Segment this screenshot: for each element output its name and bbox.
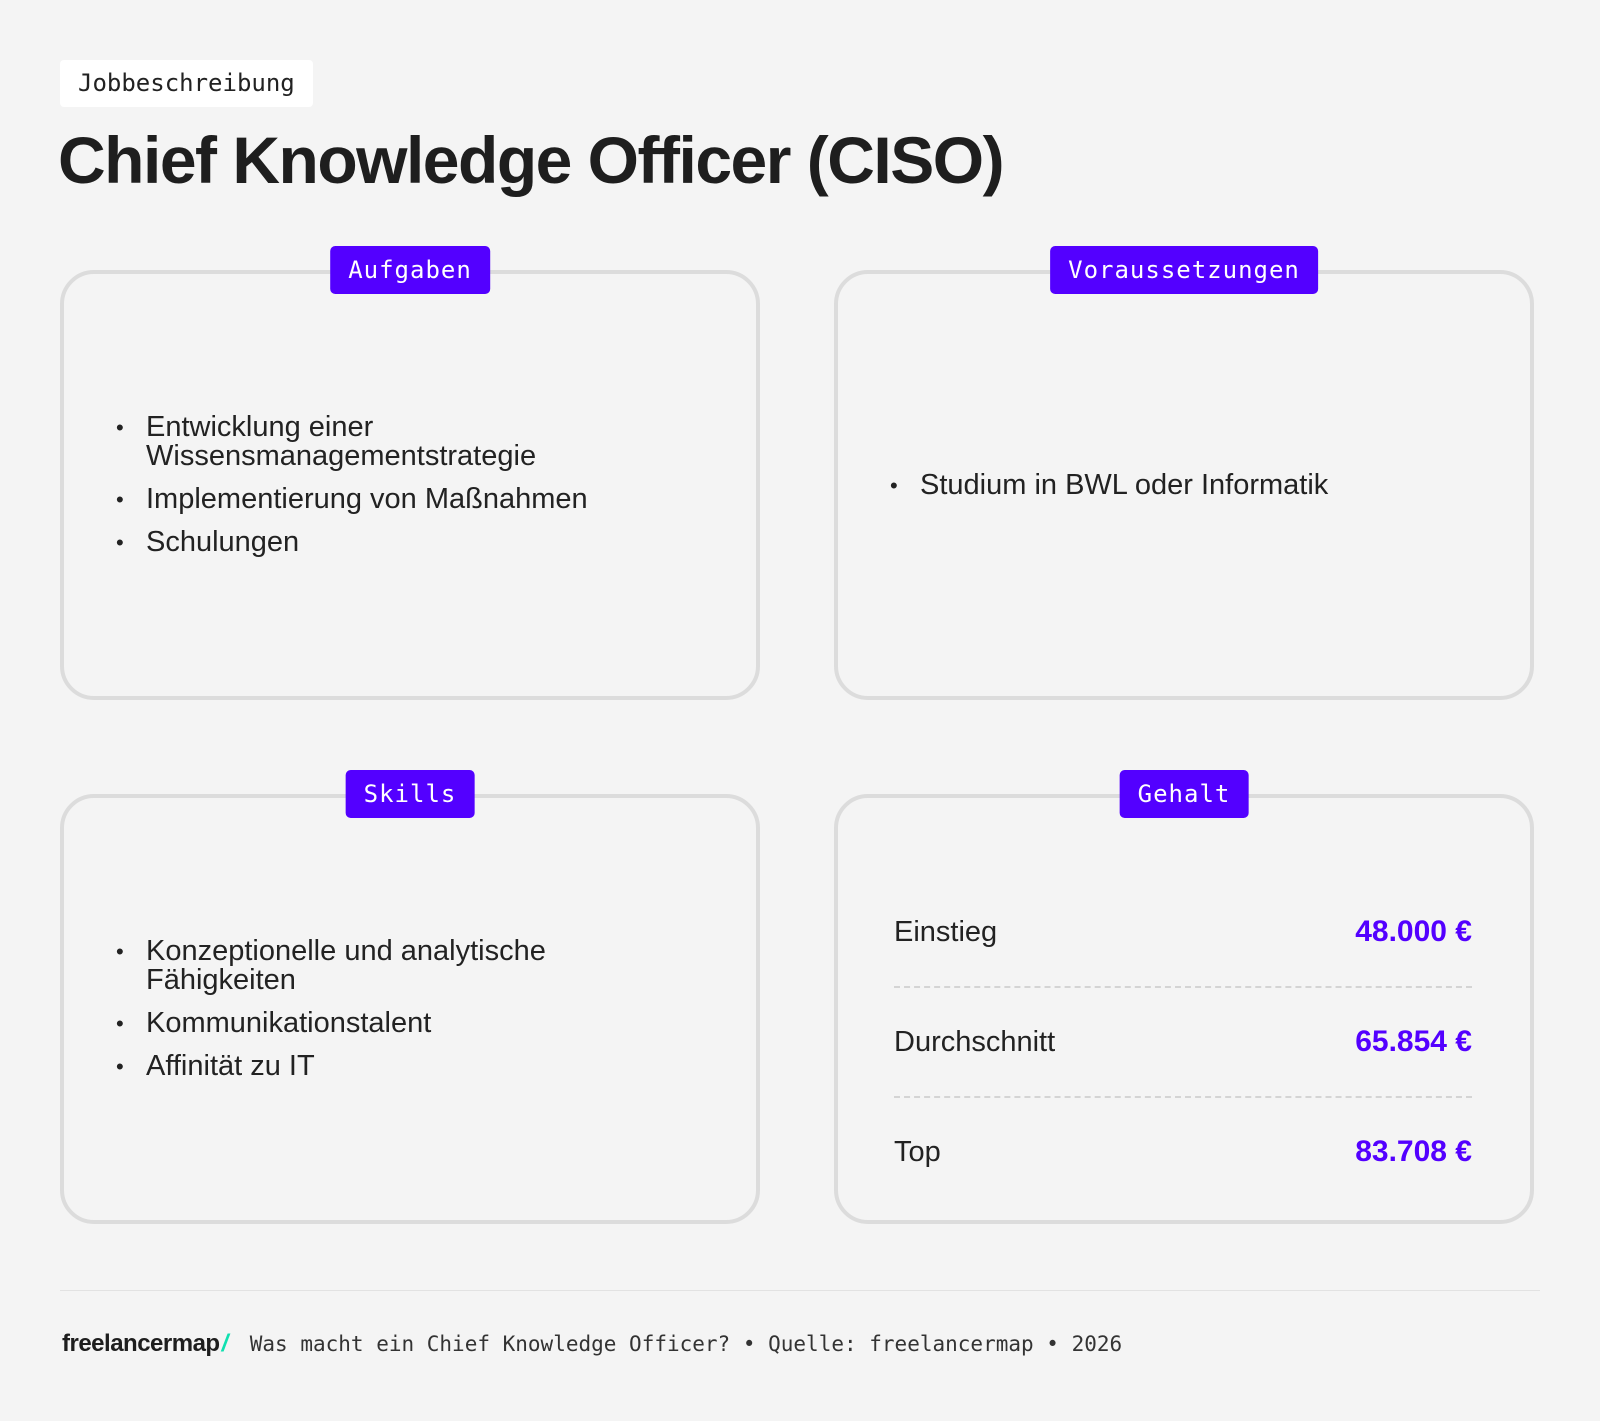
voraussetzungen-list: Studium in BWL oder Informatik [838,457,1388,514]
page-title: Chief Knowledge Officer (CISO) [58,123,1005,197]
salary-row-top: Top 83.708 € [894,1096,1472,1206]
card-skills: Skills Konzeptionelle und analytische Fä… [60,770,760,1224]
logo-text: freelancermap [62,1330,220,1357]
salary-label: Durchschnitt [894,1025,1056,1058]
card-voraussetzungen: Voraussetzungen Studium in BWL oder Info… [834,246,1534,700]
list-item: Affinität zu IT [116,1052,696,1082]
logo-slash-icon: / [221,1330,229,1357]
salary-value: 65.854 € [1355,1025,1472,1058]
salary-row-einstieg: Einstieg 48.000 € [894,878,1472,986]
aufgaben-list: Entwicklung einer Wissensmanagementstrat… [64,399,756,571]
list-item: Entwicklung einer Wissensmanagementstrat… [116,413,696,471]
salary-value: 83.708 € [1355,1135,1472,1168]
footer-source-text: Was macht ein Chief Knowledge Officer? •… [249,1332,1123,1356]
card-aufgaben: Aufgaben Entwicklung einer Wissensmanage… [60,246,760,700]
list-item: Studium in BWL oder Informatik [890,470,1328,500]
list-item: Konzeptionelle und analytische Fähigkeit… [116,937,696,995]
footer-divider [60,1290,1540,1291]
salary-table: Einstieg 48.000 € Durchschnitt 65.854 € … [894,878,1472,1206]
list-item: Schulungen [116,528,696,558]
salary-value: 48.000 € [1355,915,1472,948]
salary-row-durchschnitt: Durchschnitt 65.854 € [894,986,1472,1096]
list-item: Kommunikationstalent [116,1009,696,1039]
salary-label: Einstieg [894,915,998,948]
card-gehalt: Gehalt Einstieg 48.000 € Durchschnitt 65… [834,770,1534,1224]
card-label-gehalt: Gehalt [1119,770,1249,818]
salary-label: Top [894,1135,941,1168]
category-tag: Jobbeschreibung [60,60,313,107]
footer: freelancermap/ Was macht ein Chief Knowl… [62,1330,1122,1358]
list-item: Implementierung von Maßnahmen [116,485,696,515]
skills-list: Konzeptionelle und analytische Fähigkeit… [64,923,756,1095]
freelancermap-logo: freelancermap/ [62,1330,228,1358]
